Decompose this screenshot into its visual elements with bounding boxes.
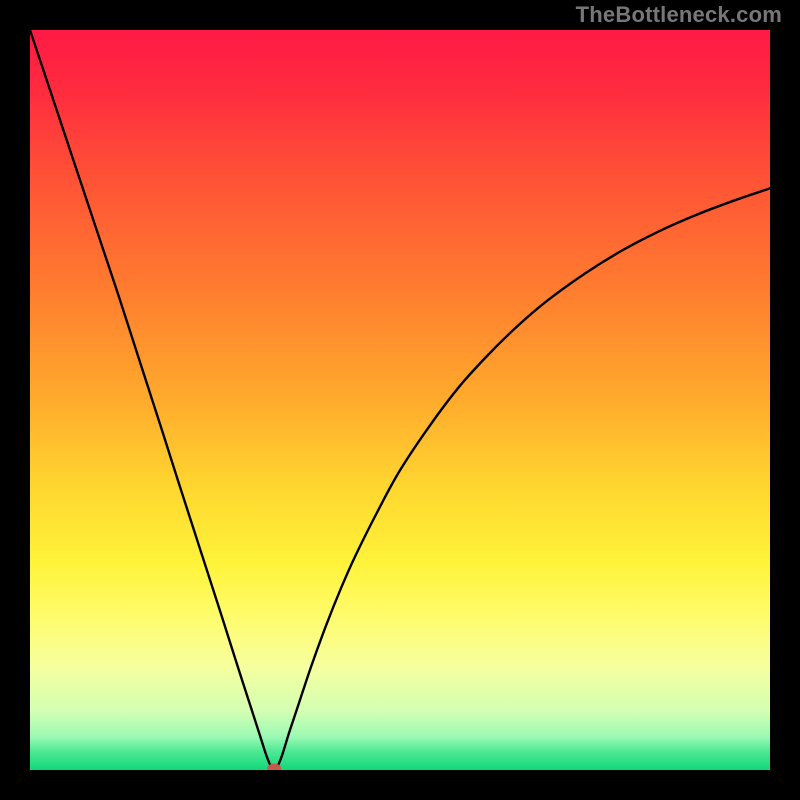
bottleneck-chart — [0, 0, 800, 800]
plot-background — [30, 30, 770, 770]
watermark-text: TheBottleneck.com — [576, 2, 782, 28]
chart-frame: TheBottleneck.com — [0, 0, 800, 800]
